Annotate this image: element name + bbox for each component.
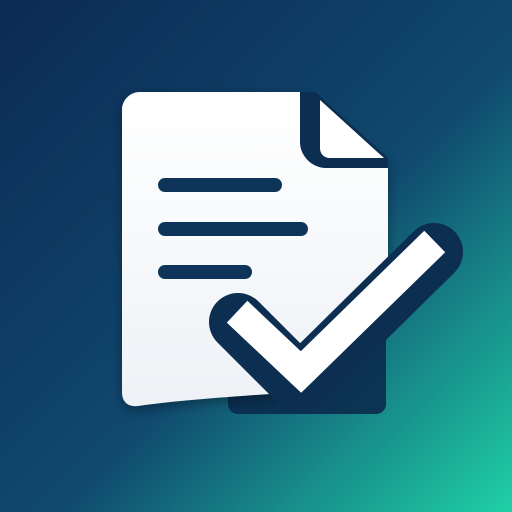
text-line-icon <box>158 265 252 279</box>
app-icon <box>0 0 512 512</box>
text-line-icon <box>158 178 282 192</box>
text-line-icon <box>158 222 308 236</box>
app-icon-artwork <box>0 0 512 512</box>
